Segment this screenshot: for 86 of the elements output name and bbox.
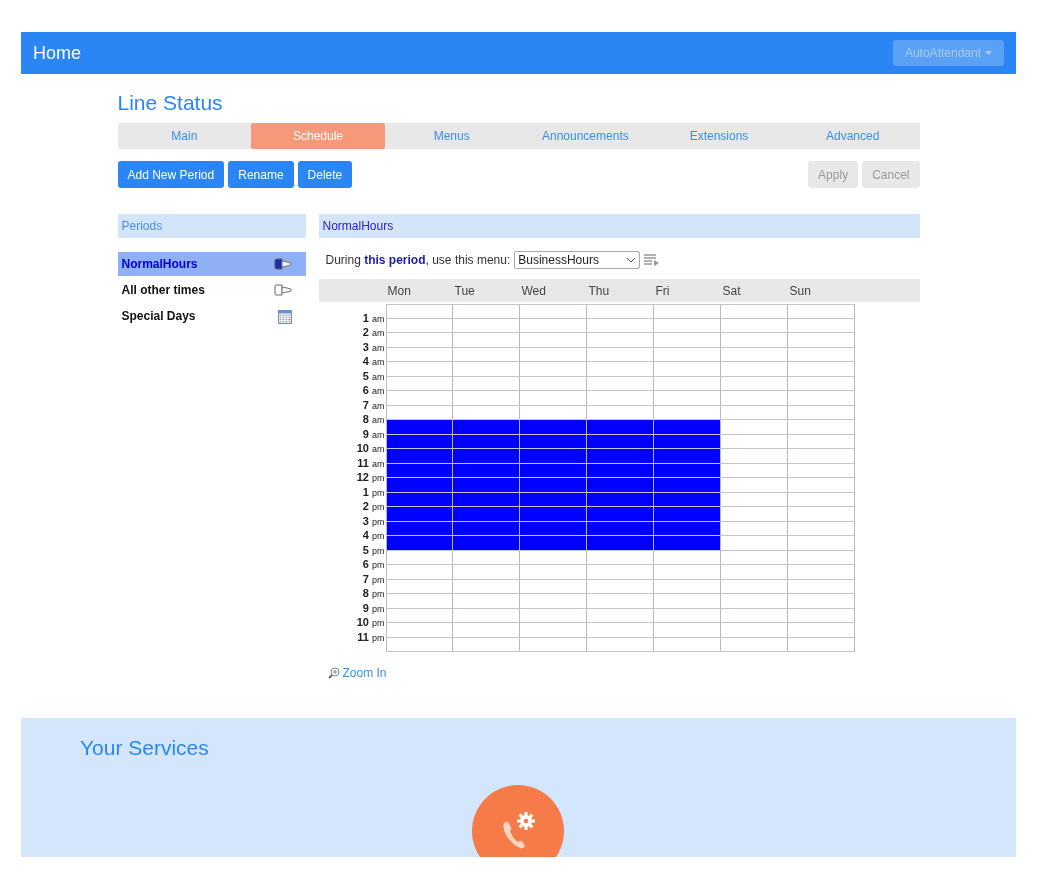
period-header: NormalHours	[318, 214, 920, 238]
period-item[interactable]: Special Days	[117, 304, 306, 328]
time-slot[interactable]	[385, 536, 453, 551]
menu-select[interactable]: BusinessHours	[514, 251, 641, 269]
time-slot[interactable]	[653, 478, 721, 493]
time-slot[interactable]	[452, 507, 520, 522]
period-label: Special Days	[121, 309, 196, 323]
hour-label: 6 am	[362, 384, 385, 397]
time-slot[interactable]	[586, 449, 654, 464]
time-slot[interactable]	[452, 536, 520, 551]
time-slot[interactable]	[385, 478, 453, 493]
time-slot[interactable]	[586, 536, 654, 551]
day-label: Mon	[387, 283, 411, 298]
hour-label: 8 pm	[362, 587, 385, 600]
hour-label: 8 am	[362, 413, 385, 426]
page-title: Line Status	[117, 91, 224, 115]
caret-icon	[985, 51, 992, 55]
hour-label: 7 pm	[362, 572, 385, 586]
hour-label: 1 am	[362, 311, 385, 325]
action-button[interactable]: Rename	[228, 161, 294, 188]
tab[interactable]: Schedule	[251, 123, 385, 149]
hour-label: 10 am	[356, 442, 385, 455]
action-button[interactable]: Add New Period	[117, 161, 225, 188]
day-label: Wed	[521, 283, 546, 298]
day-label: Fri	[655, 283, 670, 298]
time-slot[interactable]	[452, 449, 520, 464]
tab[interactable]: Announcements	[518, 123, 653, 149]
time-slot[interactable]	[653, 420, 721, 435]
chevron-down-icon	[626, 257, 637, 263]
day-label: Sun	[789, 283, 811, 298]
hour-label: 9 pm	[362, 601, 385, 615]
time-slot[interactable]	[452, 420, 520, 435]
service-icon[interactable]	[472, 785, 564, 857]
time-slot[interactable]	[653, 536, 721, 551]
period-item[interactable]: NormalHours	[117, 252, 306, 276]
hour-label: 5 pm	[362, 543, 385, 557]
period-label: NormalHours	[121, 257, 198, 271]
hour-label: 11 am	[357, 456, 385, 470]
home-title[interactable]: Home	[33, 42, 81, 64]
time-slot[interactable]	[586, 478, 654, 493]
hour-label: 12 pm	[356, 471, 385, 484]
day-label: Sat	[722, 283, 741, 298]
tab[interactable]: Advanced	[785, 123, 920, 149]
list-icon[interactable]	[644, 254, 661, 266]
time-slot[interactable]	[653, 507, 721, 522]
magnifier-icon	[327, 667, 340, 679]
time-slot[interactable]	[519, 449, 587, 464]
hour-label: 10 pm	[356, 616, 385, 629]
hour-label: 3 am	[362, 340, 385, 354]
tab[interactable]: Main	[117, 123, 252, 149]
hour-label: 5 am	[362, 369, 385, 383]
time-slot[interactable]	[519, 507, 587, 522]
time-slot[interactable]	[586, 420, 654, 435]
hour-label: 2 pm	[362, 500, 385, 513]
services-title: Your Services	[80, 736, 210, 760]
hour-label: 4 pm	[362, 529, 385, 542]
periods-header: Periods	[117, 214, 306, 238]
time-slot[interactable]	[519, 420, 587, 435]
hour-label: 3 pm	[362, 514, 385, 528]
day-label: Tue	[454, 283, 475, 298]
zoom-in-link[interactable]: Zoom In	[327, 666, 387, 680]
time-slot[interactable]	[586, 507, 654, 522]
brush-icon	[273, 258, 292, 270]
calendar-icon	[277, 308, 292, 324]
hour-label: 2 am	[362, 326, 385, 339]
hour-label: 6 pm	[362, 558, 385, 571]
time-slot[interactable]	[385, 420, 453, 435]
day-label: Thu	[588, 283, 610, 298]
tab[interactable]: Menus	[384, 123, 519, 149]
hour-label: 1 pm	[362, 485, 385, 499]
menu-sentence: During this period, use this menu:	[325, 253, 511, 267]
time-slot[interactable]	[653, 449, 721, 464]
hour-label: 9 am	[362, 427, 385, 441]
time-slot[interactable]	[452, 478, 520, 493]
period-item[interactable]: All other times	[117, 278, 306, 302]
time-slot[interactable]	[519, 478, 587, 493]
time-slot[interactable]	[385, 449, 453, 464]
hour-label: 4 am	[362, 355, 385, 368]
brush-icon	[273, 284, 292, 296]
time-slot[interactable]	[385, 507, 453, 522]
hour-label: 7 am	[362, 398, 385, 412]
hour-label: 11 pm	[357, 630, 385, 644]
period-label: All other times	[121, 283, 205, 297]
action-button[interactable]: Delete	[297, 161, 353, 188]
time-slot[interactable]	[519, 536, 587, 551]
tab[interactable]: Extensions	[652, 123, 786, 149]
